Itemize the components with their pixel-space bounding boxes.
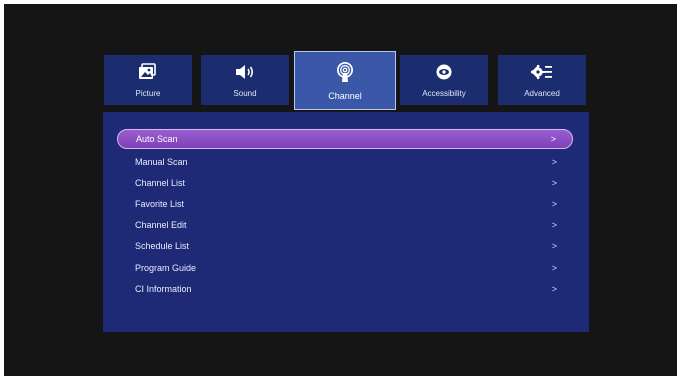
- menu-item-label: Channel List: [135, 178, 186, 188]
- antenna-icon: [295, 62, 395, 82]
- menu-item-label: Manual Scan: [135, 157, 188, 167]
- menu-item-label: CI Information: [135, 284, 192, 294]
- settings-list-icon: [498, 62, 586, 82]
- tab-picture[interactable]: Picture: [104, 55, 192, 105]
- tab-label: Accessibility: [422, 89, 466, 98]
- chevron-right-icon: >: [550, 134, 556, 144]
- chevron-right-icon: >: [551, 199, 557, 209]
- channel-menu-panel: Auto Scan > Manual Scan > Channel List >…: [103, 112, 589, 332]
- chevron-right-icon: >: [551, 157, 557, 167]
- tab-label: Picture: [135, 89, 161, 98]
- speaker-icon: [201, 62, 289, 82]
- chevron-right-icon: >: [551, 241, 557, 251]
- menu-item-auto-scan[interactable]: Auto Scan >: [117, 129, 573, 149]
- menu-item-label: Favorite List: [135, 199, 185, 209]
- menu-item-channel-list[interactable]: Channel List >: [117, 173, 573, 193]
- tab-label: Advanced: [524, 89, 560, 98]
- picture-icon: [104, 62, 192, 82]
- tab-sound[interactable]: Sound: [201, 55, 289, 105]
- tab-channel[interactable]: Channel: [294, 51, 396, 110]
- tab-advanced[interactable]: Advanced: [498, 55, 586, 105]
- menu-item-label: Channel Edit: [135, 220, 187, 230]
- chevron-right-icon: >: [551, 263, 557, 273]
- menu-item-schedule-list[interactable]: Schedule List >: [117, 236, 573, 256]
- menu-item-ci-information[interactable]: CI Information >: [117, 279, 573, 299]
- menu-item-label: Auto Scan: [136, 134, 178, 144]
- menu-item-program-guide[interactable]: Program Guide >: [117, 258, 573, 278]
- tab-label: Sound: [233, 89, 257, 98]
- tab-label: Channel: [328, 91, 362, 101]
- menu-item-manual-scan[interactable]: Manual Scan >: [117, 152, 573, 172]
- chevron-right-icon: >: [551, 220, 557, 230]
- menu-item-label: Schedule List: [135, 241, 190, 251]
- tab-accessibility[interactable]: Accessibility: [400, 55, 488, 105]
- tv-screen: Picture Sound Channel Accessibility Adva…: [4, 4, 677, 376]
- menu-item-favorite-list[interactable]: Favorite List >: [117, 194, 573, 214]
- eye-icon: [400, 62, 488, 82]
- chevron-right-icon: >: [551, 178, 557, 188]
- chevron-right-icon: >: [551, 284, 557, 294]
- menu-item-channel-edit[interactable]: Channel Edit >: [117, 215, 573, 235]
- menu-item-label: Program Guide: [135, 263, 197, 273]
